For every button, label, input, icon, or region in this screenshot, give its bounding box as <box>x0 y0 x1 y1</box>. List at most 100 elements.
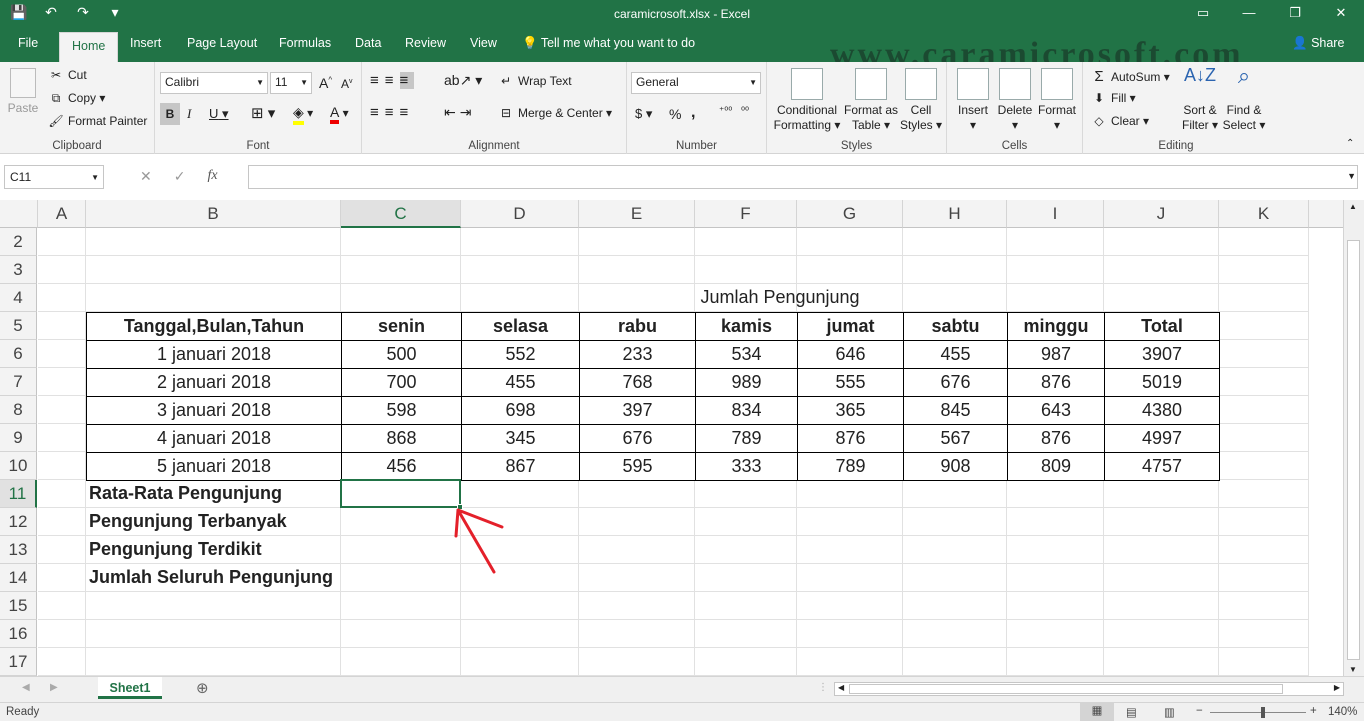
table-header-cell[interactable]: Tanggal,Bulan,Tahun <box>86 312 342 341</box>
cell[interactable] <box>903 228 1007 256</box>
tab-file[interactable]: File <box>18 36 38 50</box>
cell[interactable] <box>579 480 695 508</box>
cell[interactable] <box>579 536 695 564</box>
row-header-12[interactable]: 12 <box>0 508 37 536</box>
table-data-cell[interactable]: 233 <box>579 340 696 369</box>
cell[interactable] <box>1219 396 1309 424</box>
cell[interactable] <box>1219 256 1309 284</box>
col-header-k[interactable]: K <box>1219 200 1309 228</box>
table-data-cell[interactable]: 676 <box>579 424 696 453</box>
cell[interactable] <box>38 480 86 508</box>
tab-page-layout[interactable]: Page Layout <box>187 36 257 50</box>
row-header-15[interactable]: 15 <box>0 592 37 620</box>
row-header-9[interactable]: 9 <box>0 424 37 452</box>
table-data-cell[interactable]: 4380 <box>1104 396 1220 425</box>
table-data-cell[interactable]: 876 <box>797 424 904 453</box>
tell-me-box[interactable]: 💡 Tell me what you want to do <box>522 36 695 51</box>
cell[interactable] <box>579 228 695 256</box>
table-data-cell[interactable]: 595 <box>579 452 696 481</box>
table-header-cell[interactable]: Total <box>1104 312 1220 341</box>
table-data-cell[interactable]: 4 januari 2018 <box>86 424 342 453</box>
table-data-cell[interactable]: 3907 <box>1104 340 1220 369</box>
autosum-button[interactable]: Σ AutoSum ▾ <box>1091 68 1169 85</box>
number-format-dropdown[interactable]: General ▼ <box>631 72 761 94</box>
cell[interactable] <box>461 620 579 648</box>
cell[interactable] <box>86 620 341 648</box>
fill-color-button[interactable]: ◈ ▾ <box>293 104 313 125</box>
underline-button[interactable]: U ▾ <box>209 106 229 122</box>
horizontal-scrollbar[interactable]: ◀ ▶ <box>834 682 1344 696</box>
cell[interactable] <box>695 480 797 508</box>
table-data-cell[interactable]: 789 <box>695 424 798 453</box>
col-header-e[interactable]: E <box>579 200 695 228</box>
cell[interactable] <box>38 368 86 396</box>
zoom-level[interactable]: 140% <box>1328 706 1357 718</box>
expand-formula-bar-icon[interactable]: ▼ <box>1347 171 1356 181</box>
enter-icon[interactable]: ✓ <box>174 168 186 185</box>
table-data-cell[interactable]: 876 <box>1007 424 1105 453</box>
col-header-a[interactable]: A <box>38 200 86 228</box>
cell[interactable] <box>695 256 797 284</box>
font-size-dropdown[interactable]: 11 ▼ <box>270 72 312 94</box>
col-header-j[interactable]: J <box>1104 200 1219 228</box>
sort-filter-button[interactable]: A↓Z Sort & Filter ▾ <box>1179 66 1221 133</box>
conditional-formatting-button[interactable]: Conditional Formatting ▾ <box>771 68 843 133</box>
cell[interactable] <box>797 648 903 676</box>
tab-insert[interactable]: Insert <box>130 36 161 50</box>
table-data-cell[interactable]: 455 <box>903 340 1008 369</box>
split-handle-icon[interactable]: ⋮ <box>818 682 828 693</box>
cell[interactable] <box>38 508 86 536</box>
comma-button[interactable]: , <box>691 104 695 122</box>
normal-view-icon[interactable]: ▦ <box>1080 703 1114 721</box>
col-header-g[interactable]: G <box>797 200 903 228</box>
next-sheet-icon[interactable]: ▶ <box>50 682 58 693</box>
zoom-in-icon[interactable]: + <box>1310 705 1317 717</box>
cell[interactable] <box>86 228 341 256</box>
summary-label[interactable]: Pengunjung Terbanyak <box>86 508 341 536</box>
col-header-d[interactable]: D <box>461 200 579 228</box>
row-header-5[interactable]: 5 <box>0 312 37 340</box>
cell[interactable] <box>1219 564 1309 592</box>
cell-styles-button[interactable]: Cell Styles ▾ <box>899 68 943 133</box>
cell[interactable] <box>38 228 86 256</box>
borders-button[interactable]: ⊞ ▾ <box>251 104 275 122</box>
cell[interactable] <box>903 648 1007 676</box>
cell[interactable] <box>1219 228 1309 256</box>
table-data-cell[interactable]: 345 <box>461 424 580 453</box>
cell[interactable] <box>1219 424 1309 452</box>
cell[interactable] <box>1007 564 1104 592</box>
row-header-11[interactable]: 11 <box>0 480 37 508</box>
table-data-cell[interactable]: 5019 <box>1104 368 1220 397</box>
cell[interactable] <box>797 620 903 648</box>
horizontal-align-buttons[interactable]: ≡≡≡ <box>370 104 414 121</box>
cell[interactable] <box>38 536 86 564</box>
percent-button[interactable]: % <box>669 106 681 122</box>
cell[interactable] <box>341 536 461 564</box>
table-data-cell[interactable]: 552 <box>461 340 580 369</box>
cell[interactable] <box>797 564 903 592</box>
delete-cells-button[interactable]: Delete ▾ <box>995 68 1035 133</box>
table-data-cell[interactable]: 789 <box>797 452 904 481</box>
cell[interactable] <box>341 564 461 592</box>
cell[interactable] <box>38 452 86 480</box>
vertical-scroll-thumb[interactable] <box>1347 240 1360 660</box>
increase-decimal-button[interactable]: ⁺⁰⁰ <box>719 106 732 117</box>
cell[interactable] <box>797 508 903 536</box>
find-select-button[interactable]: ⌕ Find & Select ▾ <box>1221 65 1267 133</box>
cell[interactable] <box>695 228 797 256</box>
page-layout-view-icon[interactable]: ▤ <box>1126 705 1137 719</box>
shrink-font-button[interactable]: Av <box>341 77 353 91</box>
paste-button[interactable]: Paste <box>6 68 40 116</box>
table-header-cell[interactable]: minggu <box>1007 312 1105 341</box>
grow-font-button[interactable]: A^ <box>319 75 332 91</box>
row-header-13[interactable]: 13 <box>0 536 37 564</box>
cell[interactable] <box>1219 340 1309 368</box>
cell[interactable] <box>1219 312 1309 340</box>
ribbon-display-icon[interactable]: ▭ <box>1180 0 1226 30</box>
table-data-cell[interactable]: 567 <box>903 424 1008 453</box>
sheet-tab-sheet1[interactable]: Sheet1 <box>98 677 162 699</box>
insert-function-icon[interactable]: fx <box>207 168 217 185</box>
font-name-dropdown[interactable]: Calibri ▼ <box>160 72 268 94</box>
cell[interactable] <box>38 592 86 620</box>
cell[interactable] <box>579 592 695 620</box>
